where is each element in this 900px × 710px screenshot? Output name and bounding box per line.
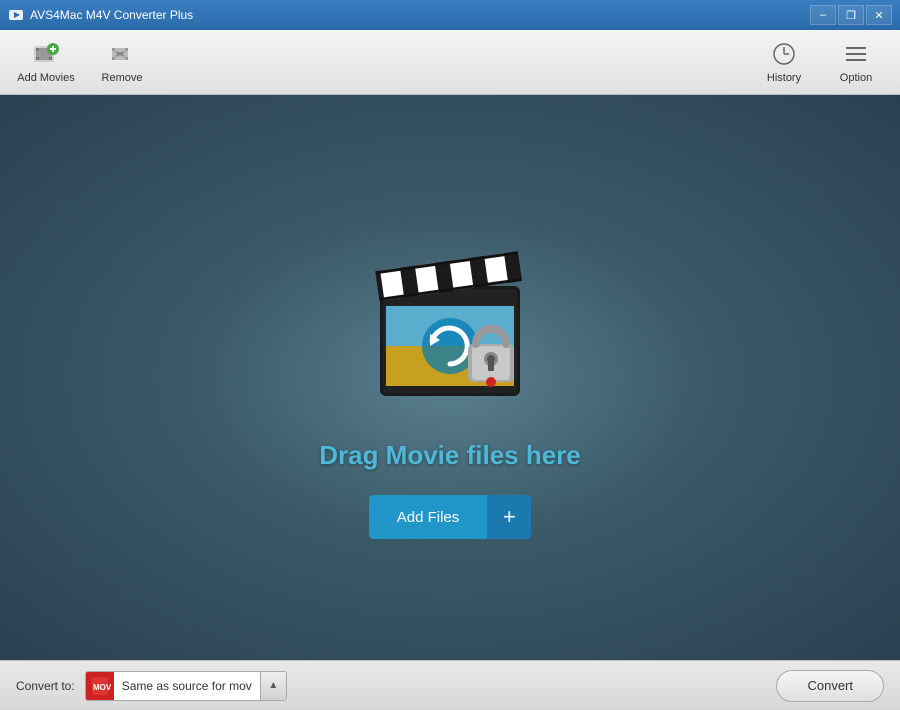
option-icon — [842, 40, 870, 68]
history-label: History — [767, 72, 801, 84]
convert-button[interactable]: Convert — [776, 670, 884, 702]
remove-label: Remove — [102, 72, 143, 84]
history-icon — [770, 40, 798, 68]
bottom-bar: Convert to: MOV Same as source for mov ▲… — [0, 660, 900, 710]
convert-to-label: Convert to: — [16, 679, 75, 693]
add-movies-icon — [32, 40, 60, 68]
remove-icon — [108, 40, 136, 68]
clapperboard-icon — [350, 216, 550, 416]
format-selector[interactable]: MOV Same as source for mov ▲ — [85, 671, 287, 701]
convert-to-section: Convert to: MOV Same as source for mov ▲ — [16, 671, 287, 701]
format-dropdown-arrow[interactable]: ▲ — [260, 671, 286, 701]
mov-icon: MOV — [89, 674, 111, 698]
option-button[interactable]: Option — [822, 33, 890, 91]
title-bar-left: AVS4Mac M4V Converter Plus — [8, 7, 193, 23]
add-files-plus-icon: + — [487, 495, 531, 539]
history-button[interactable]: History — [750, 33, 818, 91]
add-files-button[interactable]: Add Files + — [369, 495, 532, 539]
add-movies-label: Add Movies — [17, 72, 74, 84]
main-content: Drag Movie files here Add Files + — [0, 95, 900, 660]
title-bar: AVS4Mac M4V Converter Plus – ❐ ✕ — [0, 0, 900, 30]
app-icon — [8, 7, 24, 23]
remove-button[interactable]: Remove — [86, 33, 158, 91]
format-text: Same as source for mov — [114, 679, 260, 693]
minimize-button[interactable]: – — [810, 5, 836, 25]
option-label: Option — [840, 72, 872, 84]
close-button[interactable]: ✕ — [866, 5, 892, 25]
window-controls: – ❐ ✕ — [810, 5, 892, 25]
toolbar-left: Add Movies Remove — [10, 33, 158, 91]
add-movies-button[interactable]: Add Movies — [10, 33, 82, 91]
drag-text: Drag Movie files here — [319, 440, 581, 471]
toolbar-right: History Option — [750, 33, 890, 91]
add-files-label: Add Files — [369, 509, 488, 526]
svg-text:MOV: MOV — [93, 683, 111, 692]
toolbar: Add Movies Remove History — [0, 30, 900, 95]
restore-button[interactable]: ❐ — [838, 5, 864, 25]
format-icon: MOV — [86, 671, 114, 701]
title-text: AVS4Mac M4V Converter Plus — [30, 8, 193, 22]
